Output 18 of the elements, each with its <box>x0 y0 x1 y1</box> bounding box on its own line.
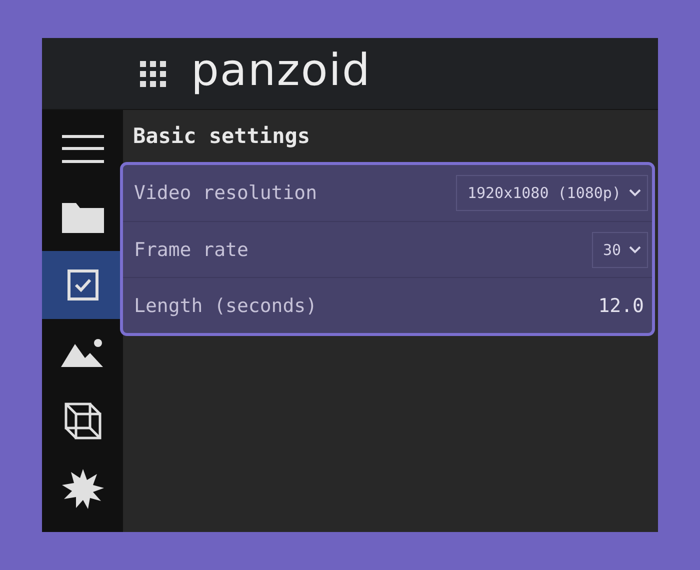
number-value[interactable]: 12.0 <box>598 294 648 316</box>
grid-icon[interactable] <box>139 60 167 88</box>
chevron-down-icon <box>629 189 641 197</box>
setting-label: Frame rate <box>134 238 248 260</box>
burst-icon <box>60 468 104 510</box>
logo: panzoid <box>191 48 371 92</box>
sidebar-button[interactable] <box>42 251 123 319</box>
checkbox-icon <box>66 269 98 301</box>
section-title: Basic settings <box>132 124 312 150</box>
dropdown[interactable]: 1920x1080 (1080p) <box>456 175 648 211</box>
setting-label: Length (seconds) <box>134 294 318 316</box>
cube-icon <box>62 401 102 441</box>
menu-icon <box>62 134 104 164</box>
mountain-icon <box>60 338 104 368</box>
dropdown[interactable]: 30 <box>592 232 648 268</box>
setting-label: Video resolution <box>134 182 318 204</box>
chevron-down-icon <box>629 246 641 254</box>
folder-icon <box>62 201 104 233</box>
